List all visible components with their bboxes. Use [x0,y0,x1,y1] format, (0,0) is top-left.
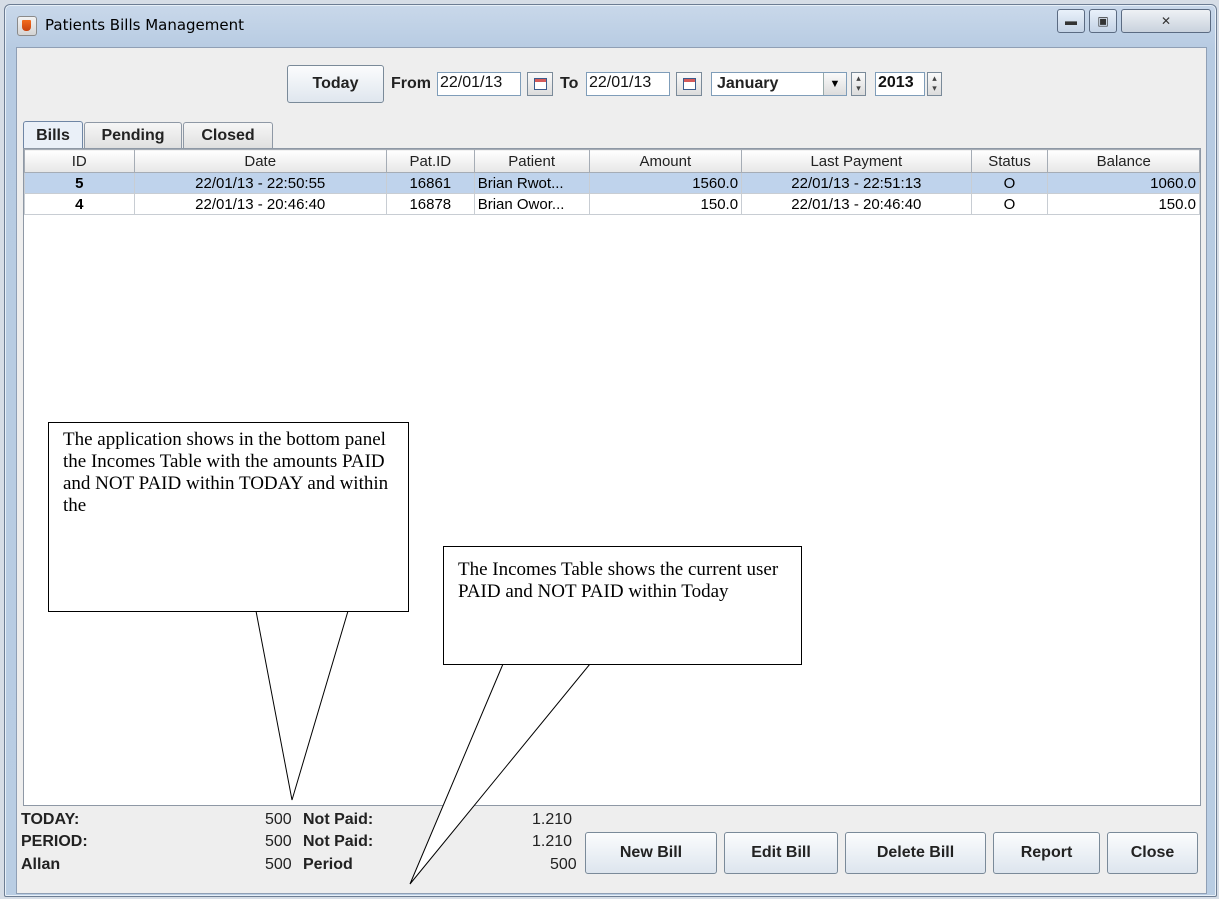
from-calendar-icon[interactable] [527,72,553,96]
column-header[interactable]: Status [970,149,1049,173]
tab-closed[interactable]: Closed [183,122,273,148]
column-header[interactable]: Patient [473,149,590,173]
close-window-icon[interactable]: ✕ [1121,9,1211,33]
window-title: Patients Bills Management [45,16,244,34]
column-header[interactable]: Amount [588,149,743,173]
cell-date[interactable]: 22/01/13 - 22:50:55 [133,172,387,194]
delete-bill-button[interactable]: Delete Bill [845,832,986,874]
java-app-icon [17,16,37,36]
month-spinner[interactable]: ▴ ▾ [851,72,866,96]
cell-date[interactable]: 22/01/13 - 20:46:40 [133,193,387,215]
year-field[interactable]: 2013 [875,72,925,96]
today-button[interactable]: Today [287,65,384,103]
edit-bill-button[interactable]: Edit Bill [724,832,838,874]
close-button[interactable]: Close [1107,832,1198,874]
incomes-today-value: 500 [265,811,292,828]
to-calendar-icon[interactable] [676,72,702,96]
incomes-today-notpaid-label: Not Paid: [303,811,374,828]
cell-patient-id[interactable]: 16861 [385,172,475,194]
right-callout-text: The Incomes Table shows the current user… [458,559,779,602]
cell-status[interactable]: O [970,172,1049,194]
from-date-field[interactable]: 22/01/13 [437,72,521,96]
cell-balance[interactable]: 1060.0 [1047,172,1200,194]
incomes-period-value: 500 [265,833,292,850]
cell-id[interactable]: 4 [24,193,135,215]
cell-id[interactable]: 5 [24,172,135,194]
incomes-user-value: 500 [265,856,292,873]
cell-amount[interactable]: 1560.0 [588,172,743,194]
cell-last-payment[interactable]: 22/01/13 - 20:46:40 [741,193,972,215]
cell-balance[interactable]: 150.0 [1047,193,1200,215]
year-spinner[interactable]: ▴ ▾ [927,72,942,96]
right-callout: The Incomes Table shows the current user… [443,546,802,665]
month-select[interactable]: January ▼ [711,72,847,96]
column-header[interactable]: ID [24,149,135,173]
tab-bills[interactable]: Bills [23,121,83,149]
cell-patient[interactable]: Brian Owor... [473,193,590,215]
chevron-down-icon[interactable]: ▼ [823,73,846,95]
left-callout: The application shows in the bottom pane… [48,422,409,612]
to-date-field[interactable]: 22/01/13 [586,72,670,96]
bills-table: ID Date Pat.ID Patient Amount Last Payme… [24,149,1200,215]
month-select-value: January [717,75,779,92]
table-row[interactable]: 4 22/01/13 - 20:46:40 16878 Brian Owor..… [24,193,1200,215]
column-header[interactable]: Balance [1047,149,1200,173]
column-header[interactable]: Pat.ID [385,149,475,173]
cell-patient-id[interactable]: 16878 [385,193,475,215]
incomes-today-label: TODAY: [21,811,80,828]
column-header[interactable]: Last Payment [741,149,972,173]
title-bar[interactable]: Patients Bills Management ▬ ▣ ✕ [5,5,1216,47]
cell-status[interactable]: O [970,193,1049,215]
to-label: To [560,75,579,92]
cell-amount[interactable]: 150.0 [588,193,743,215]
today-button-label: Today [312,75,359,92]
incomes-user-period-value: 500 [550,856,577,873]
incomes-user-period-label: Period [303,856,353,873]
report-button[interactable]: Report [993,832,1100,874]
cell-patient[interactable]: Brian Rwot... [473,172,590,194]
table-header-row: ID Date Pat.ID Patient Amount Last Payme… [24,149,1200,173]
from-label: From [391,75,431,92]
incomes-period-label: PERIOD: [21,833,88,850]
minimize-icon[interactable]: ▬ [1057,9,1085,33]
left-callout-text: The application shows in the bottom pane… [63,429,389,516]
table-row[interactable]: 5 22/01/13 - 22:50:55 16861 Brian Rwot..… [24,172,1200,194]
new-bill-button[interactable]: New Bill [585,832,717,874]
incomes-period-notpaid-value: 1.210 [532,833,573,850]
cell-last-payment[interactable]: 22/01/13 - 22:51:13 [741,172,972,194]
incomes-today-notpaid-value: 1.210 [532,811,573,828]
incomes-user-label: Allan [21,856,61,873]
tab-pending[interactable]: Pending [84,122,182,148]
column-header[interactable]: Date [133,149,387,173]
incomes-period-notpaid-label: Not Paid: [303,833,374,850]
maximize-icon[interactable]: ▣ [1089,9,1117,33]
